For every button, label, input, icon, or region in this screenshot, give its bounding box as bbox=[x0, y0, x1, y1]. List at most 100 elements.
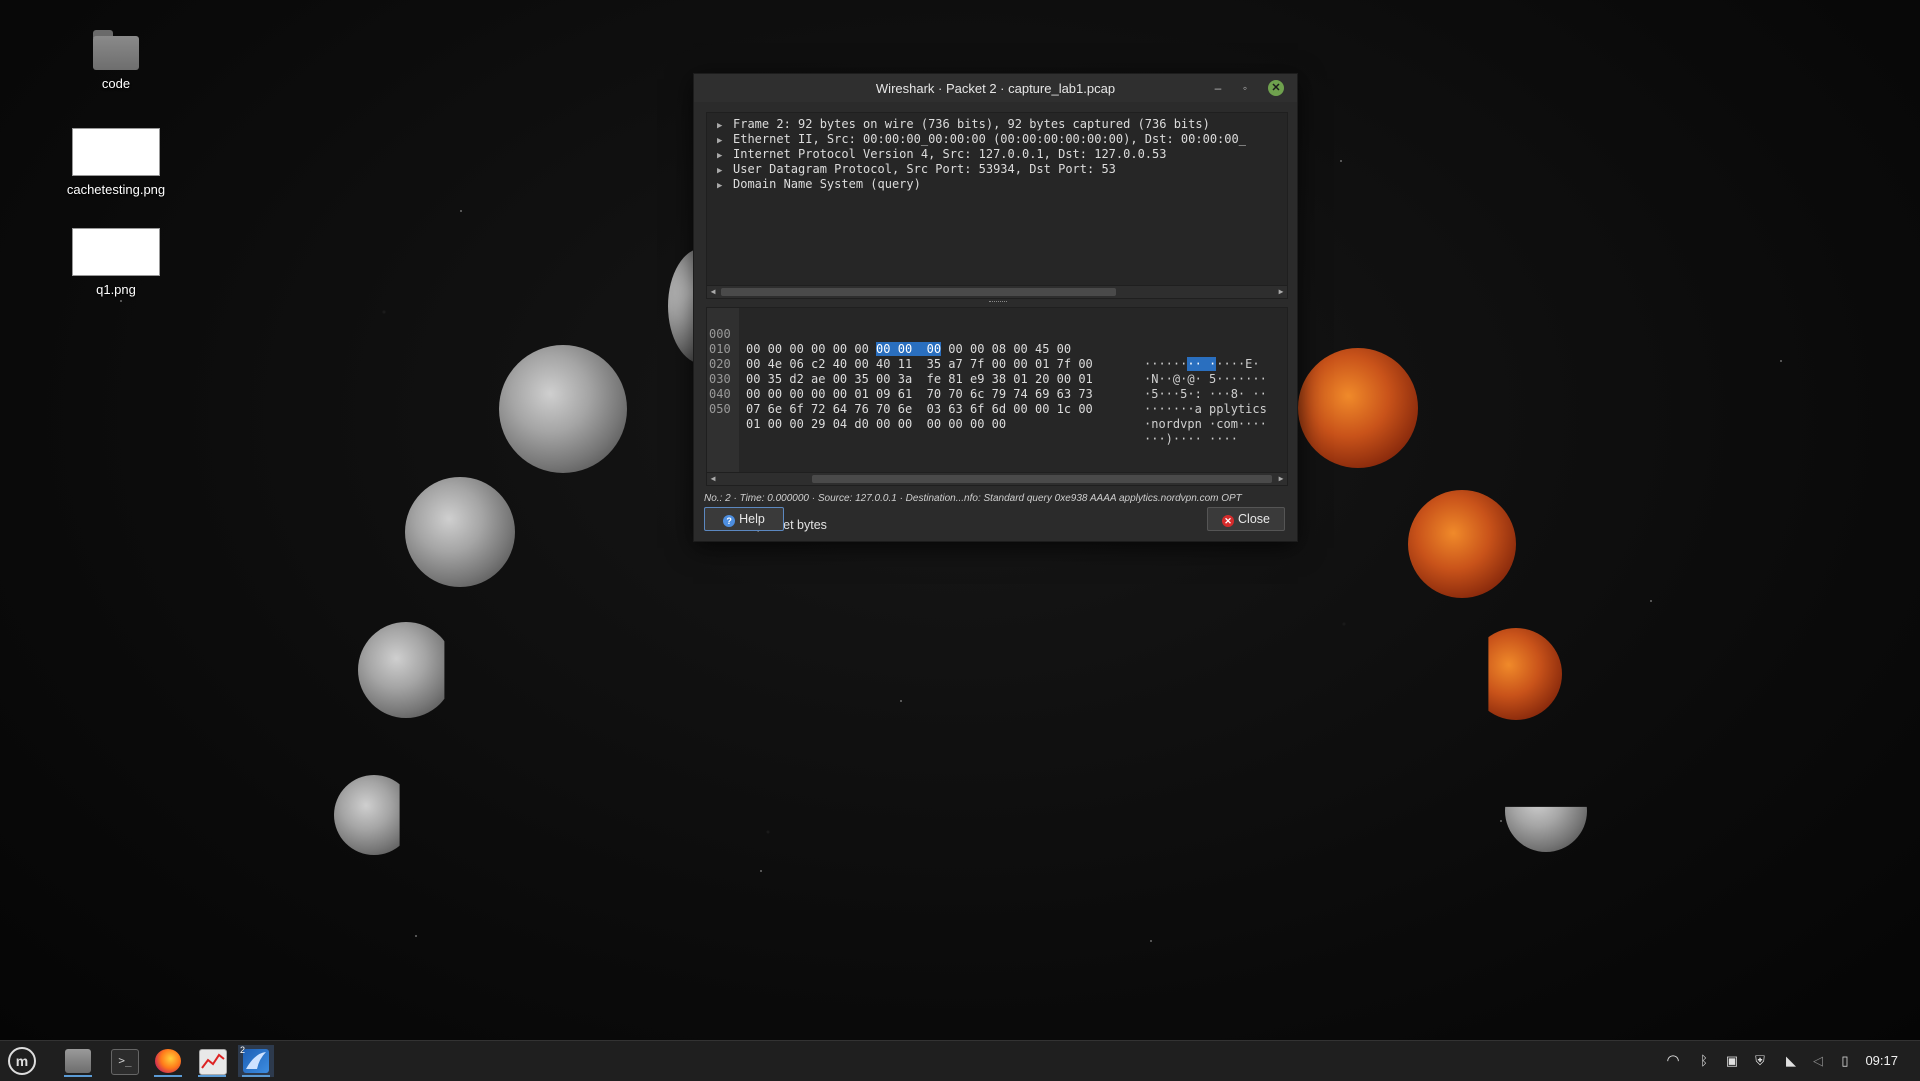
bytes-hex[interactable]: 01 00 00 29 04 d0 00 00 00 00 00 00 bbox=[746, 417, 1006, 432]
desktop-icon-code[interactable]: code bbox=[61, 28, 171, 91]
star bbox=[1780, 360, 1782, 362]
bytes-row: 020 00 35 d2 ae 00 35 00 3a fe 81 e9 38 … bbox=[707, 342, 1267, 401]
dialog-titlebar[interactable]: Wireshark · Packet 2 · capture_lab1.pcap… bbox=[694, 74, 1297, 102]
star bbox=[460, 210, 462, 212]
desktop-icon-label: q1.png bbox=[96, 282, 136, 297]
bytes-offset: 050 bbox=[709, 402, 731, 416]
moon-image bbox=[358, 622, 445, 718]
network-vpn-icon[interactable]: ◠ bbox=[1660, 1041, 1686, 1081]
bytes-hex[interactable]: 00 00 00 00 00 01 09 61 70 70 6c 79 74 6… bbox=[746, 387, 1093, 402]
menu-button[interactable]: m bbox=[4, 1045, 40, 1077]
mint-menu-icon: m bbox=[8, 1047, 36, 1075]
maximize-button[interactable]: ◦ bbox=[1237, 80, 1253, 96]
clipboard-icon[interactable]: ▣ bbox=[1722, 1041, 1742, 1081]
volume-muted-icon[interactable]: ◁ bbox=[1808, 1041, 1828, 1081]
bytes-row: 030 00 00 00 00 00 01 09 61 70 70 6c 79 … bbox=[707, 357, 1267, 416]
packet-bytes-pane: 000 00 00 00 00 00 00 00 00 00 00 00 08 … bbox=[706, 307, 1288, 486]
bytes-hex[interactable]: 00 35 d2 ae 00 35 00 3a fe 81 e9 38 01 2… bbox=[746, 372, 1093, 387]
expand-arrow-icon[interactable]: ▶ bbox=[717, 164, 733, 177]
scroll-right-arrow-icon[interactable]: ▶ bbox=[1276, 474, 1286, 484]
moon-image bbox=[1488, 628, 1562, 720]
bytes-ascii[interactable]: ·nordvpn ·com···· bbox=[1144, 417, 1267, 432]
bytes-ascii[interactable]: ···)···· ···· bbox=[1144, 432, 1238, 447]
star bbox=[900, 700, 902, 702]
moon-image bbox=[334, 775, 400, 855]
tree-item-udp[interactable]: ▶ User Datagram Protocol, Src Port: 53934… bbox=[707, 162, 1287, 177]
image-thumbnail-icon bbox=[72, 128, 160, 176]
expand-arrow-icon[interactable]: ▶ bbox=[717, 149, 733, 162]
star bbox=[120, 300, 122, 302]
bytes-hex[interactable]: 00 00 00 00 00 00 00 00 00 00 00 08 00 4… bbox=[746, 342, 1071, 357]
scroll-left-arrow-icon[interactable]: ◀ bbox=[708, 287, 718, 297]
moon-image bbox=[1298, 348, 1418, 468]
bytes-row: 010 00 4e 06 c2 40 00 40 11 35 a7 7f 00 … bbox=[707, 327, 1267, 386]
star bbox=[1650, 600, 1652, 602]
star bbox=[1340, 160, 1342, 162]
selected-bytes-hex[interactable]: 00 00 00 bbox=[876, 342, 942, 356]
bytes-hex[interactable]: 07 6e 6f 72 64 76 70 6e 03 63 6f 6d 00 0… bbox=[746, 402, 1093, 417]
star bbox=[1500, 820, 1502, 822]
desktop-icon-cachetesting[interactable]: cachetesting.png bbox=[61, 128, 171, 197]
help-button[interactable]: ? Help bbox=[704, 507, 784, 531]
selected-bytes-ascii[interactable]: ·· · bbox=[1187, 357, 1217, 371]
star bbox=[1150, 940, 1152, 942]
graph-app-icon bbox=[199, 1049, 227, 1075]
close-icon: ✕ bbox=[1222, 515, 1235, 527]
bluetooth-icon[interactable]: ᛒ bbox=[1694, 1041, 1714, 1081]
expand-arrow-icon[interactable]: ▶ bbox=[717, 119, 733, 132]
bytes-ascii[interactable]: ·······a pplytics bbox=[1144, 402, 1267, 417]
taskbar-terminal[interactable]: >_ bbox=[106, 1045, 142, 1077]
scrollbar-thumb[interactable] bbox=[812, 475, 1272, 483]
moon-image bbox=[499, 345, 627, 473]
desktop-icon-label: code bbox=[101, 76, 131, 91]
battery-icon[interactable]: ▯ bbox=[1836, 1041, 1854, 1081]
packet-dialog: Wireshark · Packet 2 · capture_lab1.pcap… bbox=[693, 73, 1298, 542]
bytes-hex[interactable]: 00 4e 06 c2 40 00 40 11 35 a7 7f 00 00 0… bbox=[746, 357, 1093, 372]
bytes-ascii[interactable]: ········ ·····E· bbox=[1144, 357, 1260, 372]
desktop-icon-q1[interactable]: q1.png bbox=[61, 228, 171, 297]
bytes-row: 000 00 00 00 00 00 00 00 00 00 00 00 08 … bbox=[707, 312, 1260, 371]
taskbar-wireshark[interactable]: 2 bbox=[238, 1045, 274, 1077]
expand-arrow-icon[interactable]: ▶ bbox=[717, 179, 733, 192]
firefox-icon bbox=[155, 1049, 181, 1073]
taskbar-files[interactable] bbox=[60, 1045, 96, 1077]
moon-image bbox=[1408, 490, 1516, 598]
wifi-icon[interactable]: ◣ bbox=[1780, 1041, 1802, 1081]
bytes-horizontal-scrollbar[interactable]: ◀ ▶ bbox=[707, 472, 1287, 485]
close-window-button[interactable]: ✕ bbox=[1268, 80, 1284, 96]
terminal-icon: >_ bbox=[111, 1049, 139, 1075]
tree-item-ip[interactable]: ▶ Internet Protocol Version 4, Src: 127.0… bbox=[707, 147, 1287, 162]
image-thumbnail-icon bbox=[72, 228, 160, 276]
taskbar-graph-app[interactable] bbox=[194, 1045, 230, 1077]
scroll-right-arrow-icon[interactable]: ▶ bbox=[1276, 287, 1286, 297]
shield-icon[interactable]: ⛨ bbox=[1750, 1041, 1770, 1081]
moon-image bbox=[1505, 806, 1587, 852]
scrollbar-thumb[interactable] bbox=[721, 288, 1116, 296]
tree-item-dns[interactable]: ▶ Domain Name System (query) bbox=[707, 177, 1287, 192]
taskbar-firefox[interactable] bbox=[150, 1045, 186, 1077]
desktop-icon-label: cachetesting.png bbox=[66, 182, 166, 197]
pane-splitter-handle[interactable] bbox=[989, 301, 1007, 305]
window-count-badge: 2 bbox=[240, 1045, 246, 1055]
tree-item-frame[interactable]: ▶ Frame 2: 92 bytes on wire (736 bits), 9… bbox=[707, 117, 1287, 132]
bytes-row: 050 01 00 00 29 04 d0 00 00 00 00 00 00 … bbox=[707, 387, 1238, 446]
bytes-ascii[interactable]: ·N··@·@· 5······· bbox=[1144, 372, 1267, 387]
dialog-title: Wireshark · Packet 2 · capture_lab1.pcap bbox=[875, 81, 1116, 96]
clock[interactable]: 09:17 bbox=[1865, 1041, 1898, 1081]
tree-item-ethernet[interactable]: ▶ Ethernet II, Src: 00:00:00_00:00:00 (00… bbox=[707, 132, 1287, 147]
star bbox=[760, 870, 762, 872]
moon-image bbox=[405, 477, 515, 587]
star bbox=[415, 935, 417, 937]
help-icon: ? bbox=[723, 515, 736, 527]
scroll-left-arrow-icon[interactable]: ◀ bbox=[708, 474, 718, 484]
bytes-ascii[interactable]: ·5···5·: ···8· ·· bbox=[1144, 387, 1267, 402]
folder-icon bbox=[93, 28, 139, 70]
expand-arrow-icon[interactable]: ▶ bbox=[717, 134, 733, 147]
tree-horizontal-scrollbar[interactable]: ◀ ▶ bbox=[707, 285, 1287, 298]
minimize-button[interactable]: – bbox=[1210, 80, 1226, 96]
packet-details-tree: ▶ Frame 2: 92 bytes on wire (736 bits), 9… bbox=[706, 112, 1288, 299]
taskbar: m >_ 2 ◠ ᛒ ▣ ⛨ ◣ ◁ ▯ 09:17 bbox=[0, 1040, 1920, 1081]
bytes-row: 040 07 6e 6f 72 64 76 70 6e 03 63 6f 6d … bbox=[707, 372, 1267, 431]
close-button[interactable]: ✕ Close bbox=[1207, 507, 1285, 531]
packet-status-line: No.: 2 · Time: 0.000000 · Source: 127.0.… bbox=[704, 493, 1242, 504]
